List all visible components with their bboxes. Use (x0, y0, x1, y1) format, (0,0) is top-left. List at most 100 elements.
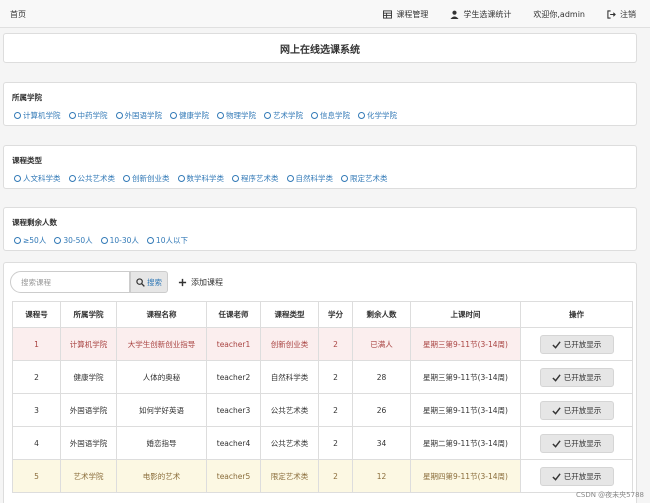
table-cell: 4 (12, 426, 61, 460)
course-list-panel: 搜索课程 搜索 添加课程 课程号 所属学院 课程名称 任课老师 课程类型 学分 剩余人数 上课… (3, 262, 637, 503)
open-display-button[interactable]: 已开放显示 (539, 433, 614, 453)
table-cell: 2 (318, 426, 353, 460)
table-cell: 人体的奥秘 (116, 360, 207, 394)
filter-radio-option[interactable]: 艺术学院 (264, 110, 303, 121)
filter-option-label: 创新创业类 (132, 174, 170, 183)
filter-radio-option[interactable]: 10人以下 (146, 235, 188, 246)
table-header-cell: 学分 (318, 301, 353, 328)
filter-radio-option[interactable]: 健康学院 (170, 110, 209, 121)
nav-right-group: 课程管理 学生选课统计 欢迎你,admin 注销 (383, 0, 650, 28)
open-display-button[interactable]: 已开放显示 (539, 367, 614, 387)
filter-radio-option[interactable]: 计算机学院 (14, 110, 61, 121)
filter-option-label: 外国语学院 (124, 111, 163, 120)
filter-label-remaining: 课程剩余人数 (12, 218, 57, 227)
filter-radio-option[interactable]: 限定艺术类 (341, 173, 388, 184)
table-cell: 自然科学类 (260, 360, 319, 394)
radio-circle-icon (115, 112, 123, 119)
search-input[interactable]: 搜索课程 (10, 271, 130, 293)
filter-radio-option[interactable]: 物理学院 (217, 110, 256, 121)
filter-panel-remaining: 课程剩余人数 ≥50人 30-50人 10-30人 10人以下 (3, 207, 637, 251)
table-cell: 艺术学院 (60, 459, 117, 493)
filter-option-label: 数学科学类 (186, 174, 225, 183)
table-cell-action: 已开放显示 (520, 360, 633, 394)
table-cell-action: 已开放显示 (520, 426, 633, 460)
filter-radio-option[interactable]: 公共艺术类 (68, 173, 115, 184)
nav-student-stats-link[interactable]: 学生选课统计 (450, 9, 511, 20)
filter-radio-option[interactable]: 10-30人 (100, 235, 139, 246)
table-cell: teacher4 (206, 426, 261, 460)
check-icon (552, 340, 561, 349)
radio-circle-icon (146, 237, 154, 244)
radio-circle-icon (217, 112, 224, 119)
filter-radio-option[interactable]: 数学科学类 (177, 173, 225, 184)
table-header-cell: 课程号 (12, 301, 61, 328)
nav-course-manage-label: 课程管理 (396, 9, 429, 19)
table-header-cell: 任课老师 (206, 301, 261, 328)
check-icon (552, 373, 561, 382)
filter-radio-option[interactable]: 程序艺术类 (232, 173, 279, 184)
table-cell: 公共艺术类 (260, 393, 319, 427)
table-header-cell: 操作 (520, 301, 633, 328)
filter-option-label: 化学学院 (367, 111, 397, 120)
radio-circle-icon (311, 112, 318, 119)
radio-circle-icon (341, 175, 348, 182)
filter-radio-option[interactable]: 30-50人 (54, 235, 93, 246)
radio-circle-icon (54, 237, 62, 244)
open-display-button[interactable]: 已开放显示 (539, 400, 614, 420)
table-cell: 电影的艺术 (116, 459, 207, 493)
open-display-button[interactable]: 已开放显示 (539, 334, 614, 354)
filter-radio-option[interactable]: 外国语学院 (115, 110, 163, 121)
table-cell: 星期四第9-11节(3-14周) (410, 459, 521, 493)
filter-option-label: 自然科学类 (295, 174, 334, 183)
table-cell: 2 (318, 459, 353, 493)
filter-radio-option[interactable]: ≥50人 (14, 235, 46, 246)
check-icon (552, 439, 561, 448)
radio-circle-icon (264, 112, 271, 119)
add-course-button[interactable]: 添加课程 (178, 271, 223, 293)
top-navbar: 首页 课程管理 学生选课统计 欢迎你,admin 注销 (0, 0, 650, 28)
filter-radio-option[interactable]: 中药学院 (68, 110, 108, 121)
search-button[interactable]: 搜索 (130, 271, 168, 293)
nav-course-manage-link[interactable]: 课程管理 (383, 9, 428, 20)
table-cell: teacher2 (206, 360, 261, 394)
table-header-cell: 课程名称 (116, 301, 207, 328)
filter-option-label: 10人以下 (155, 236, 188, 245)
table-cell: 计算机学院 (60, 327, 117, 361)
page-title: 网上在线选课系统 (280, 44, 360, 56)
filter-options-type: 人文科学类 公共艺术类 创新创业类 数学科学类 程序艺术类 自然科学类 限定艺术类 (14, 173, 388, 184)
table-row: 2 健康学院 人体的奥秘 teacher2 自然科学类 2 28 星期三第9-11节(3-14… (12, 360, 633, 394)
filter-radio-option[interactable]: 自然科学类 (286, 173, 334, 184)
table-cell: teacher5 (206, 459, 261, 493)
filter-radio-option[interactable]: 化学学院 (358, 110, 397, 121)
check-icon (552, 406, 561, 415)
open-display-label: 已开放显示 (563, 438, 602, 448)
filter-radio-option[interactable]: 人文科学类 (14, 173, 61, 184)
filter-label-college: 所属学院 (12, 93, 42, 102)
open-display-label: 已开放显示 (563, 405, 602, 415)
search-icon (136, 277, 145, 287)
nav-logout-link[interactable]: 注销 (607, 9, 636, 20)
table-cell: 星期二第9-11节(3-14周) (410, 426, 521, 460)
filter-option-label: 艺术学院 (273, 111, 303, 120)
nav-home-link[interactable]: 首页 (10, 9, 26, 20)
table-header-cell: 所属学院 (60, 301, 117, 328)
table-header-cell: 剩余人数 (352, 301, 411, 328)
table-cell: 2 (12, 360, 61, 394)
filter-radio-option[interactable]: 创新创业类 (123, 173, 170, 184)
radio-circle-icon (14, 112, 21, 119)
filter-panel-college: 所属学院 计算机学院 中药学院 外国语学院 健康学院 物理学院 艺术学院 信息学院 化学学院 (3, 82, 637, 126)
table-cell: 外国语学院 (60, 393, 117, 427)
table-cell: 2 (318, 327, 353, 361)
filter-radio-option[interactable]: 信息学院 (311, 110, 350, 121)
table-row: 3 外国语学院 如何学好英语 teacher3 公共艺术类 2 26 星期三第9-11节(3-… (12, 393, 633, 427)
table-cell: 星期三第9-11节(3-14周) (410, 360, 521, 394)
radio-circle-icon (14, 175, 21, 182)
filter-panel-type: 课程类型 人文科学类 公共艺术类 创新创业类 数学科学类 程序艺术类 自然科学类 限定艺术类 (3, 145, 637, 189)
table-cell: 外国语学院 (60, 426, 117, 460)
open-display-label: 已开放显示 (563, 372, 602, 382)
table-cell: 已满人 (352, 327, 411, 361)
watermark-text: CSDN @夜未央5788 (576, 491, 644, 499)
table-cell: 限定艺术类 (260, 459, 319, 493)
table-cell: 26 (352, 393, 411, 427)
open-display-button[interactable]: 已开放显示 (539, 466, 614, 486)
